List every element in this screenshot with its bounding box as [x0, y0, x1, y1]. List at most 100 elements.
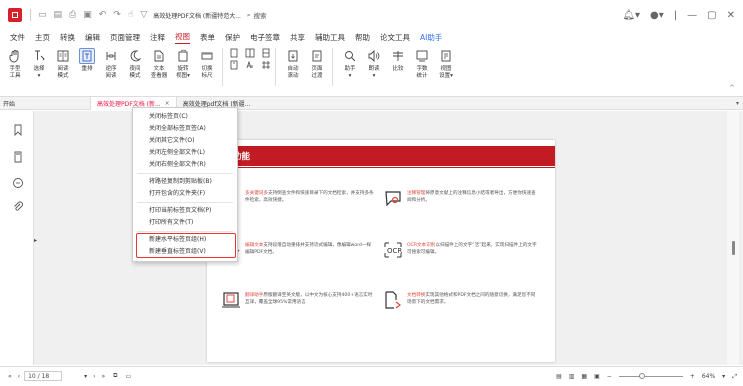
- menu-item-close-other-files[interactable]: 关闭其它文件(O): [133, 135, 237, 147]
- new-file-icon[interactable]: ▤: [54, 10, 63, 20]
- fit-page-icon[interactable]: ⧉: [113, 372, 117, 380]
- assistant-button[interactable]: 助手 ▾: [339, 48, 361, 80]
- menu-protect[interactable]: 保护: [225, 32, 240, 43]
- zoom-dropdown-icon[interactable]: ▾: [722, 373, 725, 380]
- select-mode-icon[interactable]: ☝: [128, 10, 133, 20]
- menu-item-close-right-files[interactable]: 关闭右侧全部文件(R): [133, 159, 237, 171]
- attachment-icon[interactable]: [12, 201, 24, 213]
- menu-item-close-left-files[interactable]: 关闭左侧全部文件(L): [133, 147, 237, 159]
- scroll-view-icon[interactable]: ▦: [581, 373, 587, 380]
- app-logo-icon: [8, 8, 22, 22]
- menu-ai-assistant[interactable]: AI助手: [420, 32, 442, 43]
- menu-annotate[interactable]: 注释: [150, 32, 165, 43]
- rotate-view-button[interactable]: 旋转 视图▾: [172, 48, 194, 80]
- menu-e-signature[interactable]: 电子签章: [250, 32, 280, 43]
- read-aloud-button[interactable]: 朗读 ▾: [363, 48, 385, 80]
- notification-bell-icon[interactable]: 🔔︎▾: [622, 10, 640, 21]
- copy-icon[interactable]: ▣: [83, 10, 92, 20]
- undo-icon[interactable]: ↶: [99, 10, 107, 20]
- scrollbar-thumb[interactable]: [732, 241, 735, 255]
- menu-item-open-folder[interactable]: 打开包含的文件夹(F): [133, 188, 237, 200]
- page-number-input[interactable]: 10 / 18: [24, 371, 63, 381]
- ruler-toggle-button[interactable]: 切换 标尺: [196, 48, 218, 80]
- continuous-page-icon[interactable]: [261, 48, 271, 58]
- menu-home[interactable]: 主页: [35, 32, 50, 43]
- two-page-view-icon[interactable]: ▥: [569, 373, 575, 380]
- select-tool-button[interactable]: 选择 ▾: [28, 48, 50, 80]
- night-mode-button[interactable]: 夜间 模式: [124, 48, 146, 80]
- close-button[interactable]: ✕: [727, 10, 735, 21]
- two-page-icon[interactable]: [245, 48, 255, 58]
- menu-item-print-current[interactable]: 打印当前标签页文档(P): [133, 205, 237, 217]
- fit-width-icon[interactable]: ▭: [125, 373, 131, 380]
- menu-edit[interactable]: 编辑: [85, 32, 100, 43]
- menu-help[interactable]: 帮助: [355, 32, 370, 43]
- user-avatar-icon[interactable]: ●▾: [650, 10, 664, 21]
- zoom-slider[interactable]: [618, 373, 683, 379]
- minimize-button[interactable]: —: [687, 10, 697, 21]
- zoom-slider-knob[interactable]: [638, 373, 645, 379]
- menu-item-close-tab[interactable]: 关闭标签页(C): [133, 111, 237, 123]
- first-page-icon[interactable]: «: [8, 373, 12, 380]
- hand-icon: [7, 48, 23, 64]
- hand-tool-button[interactable]: 手型 工具: [4, 48, 26, 80]
- fullscreen-icon[interactable]: ⤢: [732, 373, 737, 381]
- menu-file[interactable]: 文件: [10, 32, 25, 43]
- zoom-level[interactable]: 64%: [702, 373, 715, 380]
- page-transition-button[interactable]: 页面 过渡: [306, 48, 328, 80]
- single-page-icon[interactable]: [229, 48, 239, 58]
- auto-scroll-icon: [285, 48, 301, 64]
- prev-page-icon[interactable]: ‹: [18, 373, 20, 380]
- last-page-icon[interactable]: »: [102, 373, 106, 380]
- menu-item-close-all-tabs[interactable]: 关闭全部标签页签(A): [133, 123, 237, 135]
- search-box[interactable]: ⌕ 搜索: [247, 10, 267, 21]
- page-dropdown-icon[interactable]: ▾: [84, 373, 87, 380]
- menu-share[interactable]: 共享: [290, 32, 305, 43]
- print-icon[interactable]: ⎙: [69, 10, 76, 20]
- customize-dropdown-icon[interactable]: ▽: [140, 10, 147, 20]
- grid-layout-icon[interactable]: [261, 60, 271, 70]
- open-file-icon[interactable]: ▭: [38, 10, 47, 20]
- expand-panel-icon[interactable]: ▸: [34, 237, 37, 244]
- cover-page-icon[interactable]: [229, 60, 239, 70]
- menu-convert[interactable]: 转换: [60, 32, 75, 43]
- ribbon-toolbar: 手型 工具 选择 ▾ 阅读 模式 重排 逆序 阅读 夜间 模式 文本 查看器 旋…: [0, 45, 743, 93]
- tab-close-icon[interactable]: ×: [165, 100, 170, 107]
- compare-button[interactable]: 比较: [387, 48, 409, 73]
- document-workspace: ▸ 功能 多关键词多支持倒查文件和快速目录下的文档检索，并支持多条件检索，高效快…: [0, 111, 743, 365]
- feature-item: 翻译助手原版翻译至英文版，以中文为核心支持400+语言实时互译，覆盖全球95%常…: [221, 290, 381, 314]
- font-size-icon[interactable]: [245, 60, 255, 70]
- menu-item-print-all[interactable]: 打印所有文件(T): [133, 217, 237, 229]
- maximize-button[interactable]: ▢: [707, 10, 716, 21]
- single-page-view-icon[interactable]: ▤: [556, 373, 562, 380]
- bookmark-icon[interactable]: [12, 124, 24, 136]
- grid-view-icon[interactable]: ▣: [594, 373, 600, 380]
- menu-tools[interactable]: 辅助工具: [315, 32, 345, 43]
- menu-view[interactable]: 视图: [175, 31, 190, 44]
- menu-item-copy-path[interactable]: 将路径复制到剪贴板(B): [133, 176, 237, 188]
- redo-icon[interactable]: ↷: [113, 10, 121, 20]
- tab-start[interactable]: 开始: [0, 97, 40, 110]
- next-page-icon[interactable]: ›: [93, 373, 95, 380]
- reflow-button[interactable]: 重排: [76, 48, 98, 73]
- menu-paper-tools[interactable]: 论文工具: [380, 32, 410, 43]
- view-settings-button[interactable]: 视图 设置▾: [435, 48, 457, 80]
- vertical-scrollbar[interactable]: [727, 111, 739, 365]
- menu-page-manage[interactable]: 页面管理: [110, 32, 140, 43]
- menu-form[interactable]: 表单: [200, 32, 215, 43]
- zoom-in-icon[interactable]: +: [690, 373, 695, 380]
- page-transition-label: 页面 过渡: [311, 66, 323, 79]
- text-viewer-button[interactable]: 文本 查看器: [148, 48, 170, 80]
- tabs-overflow-dropdown-icon[interactable]: ▾: [736, 100, 739, 107]
- select-tool-label: 选择 ▾: [33, 66, 45, 79]
- thumbnail-icon[interactable]: [12, 151, 24, 163]
- layout-button-group: [229, 48, 271, 70]
- comment-icon[interactable]: [12, 177, 24, 189]
- zoom-out-icon[interactable]: −: [607, 373, 612, 380]
- read-mode-button[interactable]: 阅读 模式: [52, 48, 74, 80]
- auto-scroll-button[interactable]: 自动 滚动: [282, 48, 304, 80]
- reverse-read-button[interactable]: 逆序 阅读: [100, 48, 122, 80]
- collapse-ribbon-icon[interactable]: ^: [729, 84, 735, 92]
- word-count-button[interactable]: 字数 统计: [411, 48, 433, 80]
- feature-item: 注释管理将原意文献上的注释信息小结或者导出，方便你快速查阅和分析。: [383, 188, 543, 212]
